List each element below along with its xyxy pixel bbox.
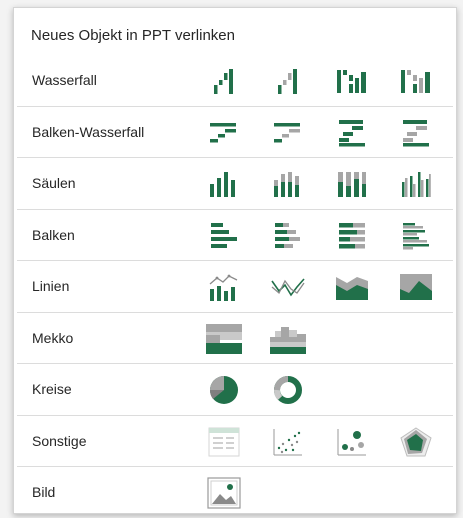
row-wasserfall: Wasserfall bbox=[17, 55, 453, 107]
radar-icon[interactable] bbox=[396, 424, 436, 460]
image-icon[interactable] bbox=[204, 475, 244, 511]
bar-waterfall-gray-icon[interactable] bbox=[268, 115, 308, 151]
mekko-stacked-icon[interactable] bbox=[268, 321, 308, 357]
row-label: Wasserfall bbox=[32, 72, 97, 88]
row-label: Kreise bbox=[32, 381, 72, 397]
waterfall-stacked-gray-icon[interactable] bbox=[396, 63, 436, 99]
area-icon[interactable] bbox=[332, 269, 372, 305]
bar-stacked-icon[interactable] bbox=[268, 218, 308, 254]
scatter-icon[interactable] bbox=[268, 424, 308, 460]
background-document bbox=[55, 0, 435, 6]
area-100-icon[interactable] bbox=[396, 269, 436, 305]
bar-waterfall-stacked-gray-icon[interactable] bbox=[396, 115, 436, 151]
column-clustered-icon[interactable] bbox=[396, 166, 436, 202]
bar-clustered-icon[interactable] bbox=[396, 218, 436, 254]
row-label: Säulen bbox=[32, 175, 76, 191]
row-saeulen: Säulen bbox=[17, 158, 453, 210]
pie-icon[interactable] bbox=[204, 372, 244, 408]
waterfall-gray-icon[interactable] bbox=[268, 63, 308, 99]
row-label: Bild bbox=[32, 484, 56, 500]
row-label: Linien bbox=[32, 278, 70, 294]
insert-linked-object-panel: Neues Objekt in PPT verlinken Wasserfall bbox=[13, 7, 457, 514]
row-label: Balken-Wasserfall bbox=[32, 123, 145, 140]
column-icon[interactable] bbox=[204, 166, 244, 202]
bar-waterfall-stacked-icon[interactable] bbox=[332, 115, 372, 151]
table-icon[interactable] bbox=[204, 424, 244, 460]
waterfall-icon[interactable] bbox=[204, 63, 244, 99]
row-balken: Balken bbox=[17, 210, 453, 261]
panel-title: Neues Objekt in PPT verlinken bbox=[31, 27, 235, 44]
bubble-icon[interactable] bbox=[332, 424, 372, 460]
bar-100-icon[interactable] bbox=[332, 218, 372, 254]
mekko-icon[interactable] bbox=[204, 321, 244, 357]
row-sonstige: Sonstige bbox=[17, 416, 453, 467]
row-label: Sonstige bbox=[32, 432, 87, 449]
bar-waterfall-icon[interactable] bbox=[204, 115, 244, 151]
row-mekko: Mekko bbox=[17, 313, 453, 364]
waterfall-stacked-icon[interactable] bbox=[332, 63, 372, 99]
screen: Neues Objekt in PPT verlinken Wasserfall bbox=[0, 0, 463, 518]
column-100-icon[interactable] bbox=[332, 166, 372, 202]
row-label: Balken bbox=[32, 226, 75, 243]
row-bild: Bild bbox=[17, 467, 453, 518]
line-icon[interactable] bbox=[268, 269, 308, 305]
row-balken-wasserfall: Balken-Wasserfall bbox=[17, 107, 453, 158]
row-kreise: Kreise bbox=[17, 364, 453, 416]
row-linien: Linien bbox=[17, 261, 453, 313]
object-category-list: Wasserfall Balken-Wasserfall Säulen Balk… bbox=[14, 55, 456, 518]
doughnut-icon[interactable] bbox=[268, 372, 308, 408]
line-column-icon[interactable] bbox=[204, 269, 244, 305]
bar-icon[interactable] bbox=[204, 218, 244, 254]
column-stacked-icon[interactable] bbox=[268, 166, 308, 202]
row-label: Mekko bbox=[32, 329, 74, 346]
